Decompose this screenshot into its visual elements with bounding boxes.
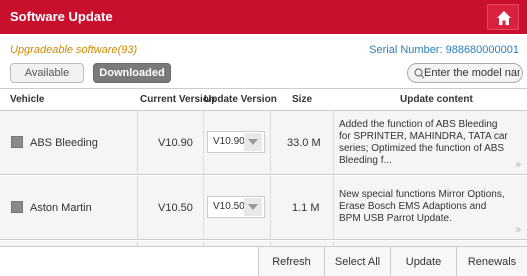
refresh-button[interactable]: Refresh [258, 247, 324, 276]
dropdown-arrow [244, 133, 262, 151]
chevron-down-icon [248, 204, 258, 210]
row-checkbox[interactable] [11, 136, 23, 148]
row-checkbox[interactable] [11, 201, 23, 213]
current-version: V10.90 [158, 137, 193, 149]
file-size: 1.1 M [292, 202, 320, 214]
column-divider [270, 176, 271, 239]
search-box[interactable] [407, 63, 523, 83]
col-size: Size [292, 94, 313, 105]
update-version-value: V10.90 [213, 136, 245, 147]
column-divider [203, 176, 204, 239]
update-button[interactable]: Update [390, 247, 456, 276]
table-row[interactable]: Aston Martin V10.50 V10.50 1.1 M New spe… [0, 176, 527, 240]
action-bar: Refresh Select All Update Renewals [0, 246, 527, 276]
column-divider [137, 111, 138, 174]
table-row[interactable]: ABS Bleeding V10.90 V10.90 33.0 M Added … [0, 111, 527, 175]
home-icon [497, 11, 511, 25]
renewals-button[interactable]: Renewals [456, 247, 527, 276]
table-header: Vehicle Current Version Update Version S… [0, 89, 527, 111]
update-content: New special functions Mirror Options, Er… [339, 189, 505, 224]
expand-more-icon[interactable]: » [515, 224, 521, 235]
file-size: 33.0 M [287, 137, 321, 149]
column-divider [333, 176, 334, 239]
current-version: V10.50 [158, 202, 193, 214]
column-divider [203, 111, 204, 174]
update-version-select[interactable]: V10.50 [207, 196, 265, 218]
tab-available[interactable]: Available [10, 63, 84, 83]
dropdown-arrow [244, 198, 262, 216]
title-bar: Software Update [0, 0, 527, 34]
column-divider [137, 176, 138, 239]
home-button[interactable] [487, 4, 519, 30]
expand-more-icon[interactable]: » [515, 159, 521, 170]
serial-number: Serial Number: 988680000001 [369, 44, 519, 56]
info-bar: Upgradeable software(93) Serial Number: … [0, 34, 527, 58]
col-update-content: Update content [400, 94, 473, 105]
chevron-down-icon [248, 139, 258, 145]
update-version-select[interactable]: V10.90 [207, 131, 265, 153]
software-table: Vehicle Current Version Update Version S… [0, 88, 527, 246]
column-divider [333, 111, 334, 174]
filter-toolbar: Available Downloaded [0, 60, 527, 86]
update-version-value: V10.50 [213, 201, 245, 212]
column-divider [270, 111, 271, 174]
col-vehicle: Vehicle [10, 94, 45, 105]
upgradeable-count: Upgradeable software(93) [10, 44, 138, 56]
col-update-version: Update Version [204, 94, 277, 105]
vehicle-name: ABS Bleeding [30, 137, 98, 149]
search-input[interactable] [424, 65, 520, 81]
page-title: Software Update [10, 9, 113, 24]
update-content: Added the function of ABS Bleeding for S… [339, 119, 508, 166]
vehicle-name: Aston Martin [30, 202, 92, 214]
select-all-button[interactable]: Select All [324, 247, 390, 276]
tab-downloaded[interactable]: Downloaded [93, 63, 171, 83]
